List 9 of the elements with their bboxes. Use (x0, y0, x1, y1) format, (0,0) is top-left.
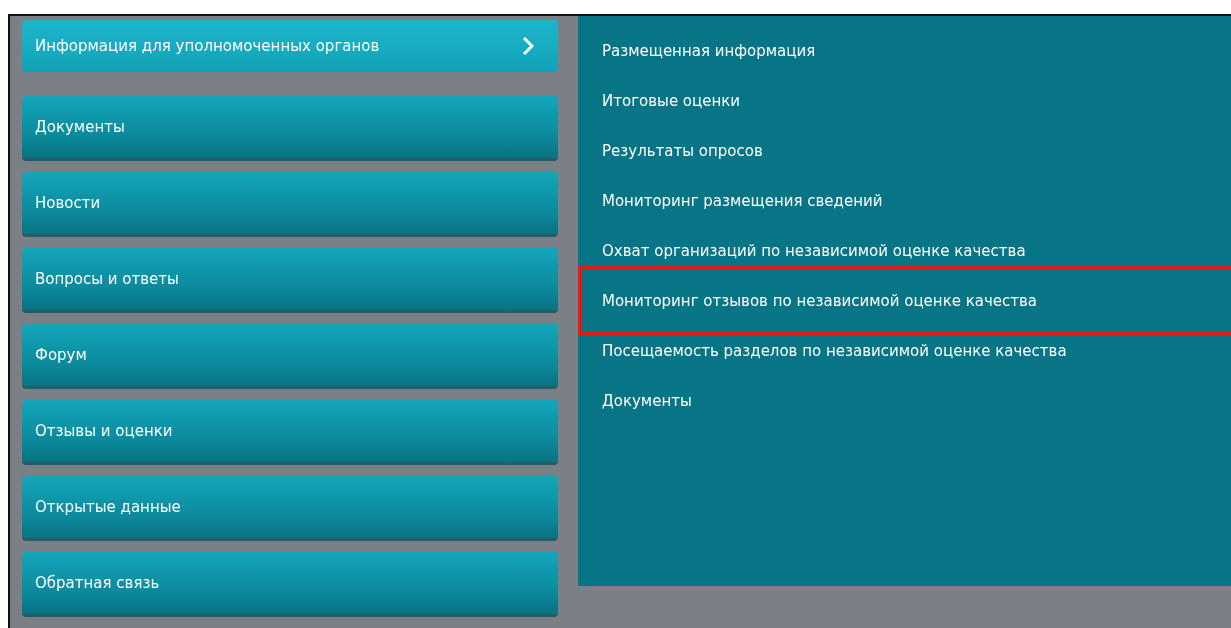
submenu-item[interactable]: Мониторинг отзывов по независимой оценке качества (578, 266, 1231, 336)
menu-item[interactable]: Вопросы и ответы (22, 248, 558, 310)
menu-item[interactable]: Информация для уполномоченных органов (22, 20, 558, 72)
menu-item[interactable]: Открытые данные (22, 476, 558, 538)
menu-item[interactable]: Обратная связь (22, 552, 558, 614)
menu-item[interactable]: Форум (22, 324, 558, 386)
menu-item[interactable]: Новости (22, 172, 558, 234)
menu-item[interactable]: Отзывы и оценки (22, 400, 558, 462)
menu-item[interactable]: Документы (22, 96, 558, 158)
